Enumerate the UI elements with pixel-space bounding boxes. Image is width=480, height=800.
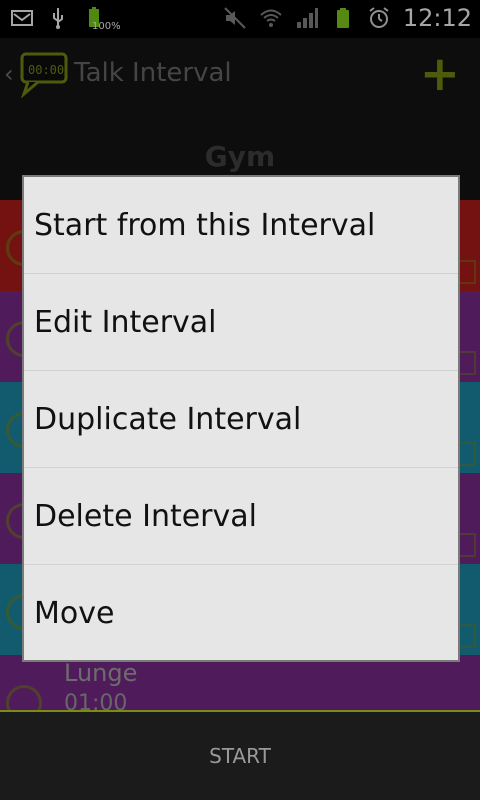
menu-edit-interval[interactable]: Edit Interval bbox=[24, 274, 458, 371]
menu-delete-interval[interactable]: Delete Interval bbox=[24, 468, 458, 565]
start-button[interactable]: START bbox=[209, 744, 271, 768]
bottom-bar: START bbox=[0, 710, 480, 800]
context-menu-dialog: Start from this Interval Edit Interval D… bbox=[22, 175, 460, 662]
menu-start-from-interval[interactable]: Start from this Interval bbox=[24, 177, 458, 274]
menu-duplicate-interval[interactable]: Duplicate Interval bbox=[24, 371, 458, 468]
menu-move[interactable]: Move bbox=[24, 565, 458, 662]
